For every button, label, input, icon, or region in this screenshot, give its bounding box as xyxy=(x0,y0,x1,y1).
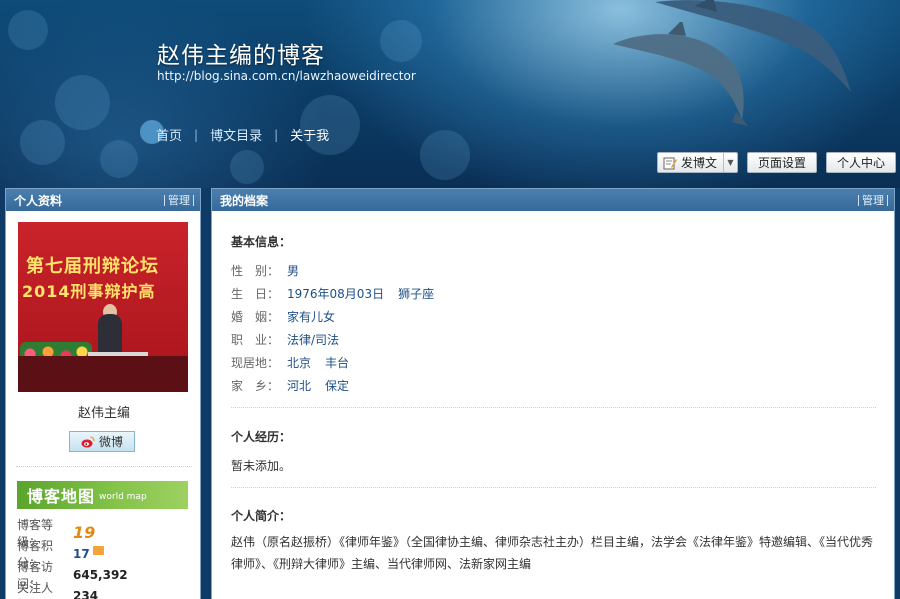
info-key: 生 日： xyxy=(231,287,280,301)
blog-map-title: 博客地图 xyxy=(27,487,96,506)
chevron-down-icon[interactable]: ▼ xyxy=(722,153,737,172)
intro-text: 赵伟（原名赵振桥）《律师年鉴》（全国律协主编、律师杂志社主办）栏目主编，法学会《… xyxy=(231,535,874,571)
basic-info-section: 基本信息： 性 别： 男 生 日： 1976年08月03日 狮子座 婚 姻： 家… xyxy=(231,233,434,397)
my-profile-panel-title: 我的档案 xyxy=(220,193,269,208)
nav-about-me[interactable]: 关于我 xyxy=(290,125,329,144)
write-post-button[interactable]: 发博文 ▼ xyxy=(656,152,738,173)
weibo-button[interactable]: 微博 xyxy=(69,431,135,452)
info-occupation: 职 业： 法律/司法 xyxy=(231,328,434,351)
blog-nav: 首页 | 博文目录 | 关于我 xyxy=(156,125,329,145)
info-value: 河北 xyxy=(287,379,312,393)
nav-separator: | xyxy=(194,127,199,142)
bokeh-bubble xyxy=(380,20,422,62)
bokeh-bubble xyxy=(100,140,138,178)
info-zodiac: 狮子座 xyxy=(398,287,435,301)
blog-toolbar: 发博文 ▼ 页面设置 个人中心 xyxy=(656,152,896,173)
profile-panel-header: 个人资料 管理 xyxy=(6,189,200,211)
profile-name[interactable]: 赵伟主编 xyxy=(6,402,202,421)
avatar-banner-text: 2014刑事辩护高 xyxy=(22,282,156,301)
info-marriage: 婚 姻： 家有儿女 xyxy=(231,305,434,328)
avatar[interactable]: 第七届刑辩论坛 2014刑事辩护高 xyxy=(18,222,188,392)
info-value: 家有儿女 xyxy=(287,310,336,324)
personal-center-button[interactable]: 个人中心 xyxy=(825,152,896,173)
info-key: 家 乡： xyxy=(231,379,280,393)
intro-section: 个人简介： 赵伟（原名赵振桥）《律师年鉴》（全国律协主编、律师杂志社主办）栏目主… xyxy=(231,507,876,575)
bokeh-bubble xyxy=(230,150,264,184)
points-icon xyxy=(92,546,104,555)
info-key: 职 业： xyxy=(231,333,280,347)
blog-map-banner[interactable]: 博客地图 world map xyxy=(17,481,188,509)
stat-followers: 关注人气： 234 xyxy=(17,581,128,599)
divider xyxy=(16,466,192,467)
experience-text: 暂未添加。 xyxy=(231,459,292,473)
info-key: 性 别： xyxy=(231,264,280,278)
info-residence: 现居地： 北京 丰台 xyxy=(231,351,434,374)
basic-info-title: 基本信息： xyxy=(231,235,292,249)
info-value-city: 保定 xyxy=(325,379,350,393)
info-value-district: 丰台 xyxy=(325,356,350,370)
my-profile-manage-link[interactable]: 管理 xyxy=(858,194,888,206)
dolphin-illustration xyxy=(655,0,851,92)
blog-stats: 博客等级： 19 博客积分： 17 博客访问： 645,392 关注人气： 23… xyxy=(17,518,128,599)
experience-title: 个人经历： xyxy=(231,430,292,444)
info-value: 1976年08月03日 xyxy=(287,287,385,301)
stage xyxy=(18,356,188,392)
info-birthday: 生 日： 1976年08月03日 狮子座 xyxy=(231,282,434,305)
info-value: 男 xyxy=(287,264,300,278)
my-profile-panel-header: 我的档案 管理 xyxy=(212,189,894,211)
bokeh-bubble xyxy=(8,10,48,50)
avatar-banner-text: 第七届刑辩论坛 xyxy=(26,256,159,277)
profile-manage-link[interactable]: 管理 xyxy=(164,194,194,206)
bokeh-bubble xyxy=(20,120,65,165)
info-value: 北京 xyxy=(287,356,312,370)
blog-title[interactable]: 赵伟主编的博客 xyxy=(157,36,325,70)
info-hometown: 家 乡： 河北 保定 xyxy=(231,374,434,397)
info-key: 现居地： xyxy=(231,356,280,370)
write-post-icon xyxy=(663,157,677,169)
blog-map-subtitle: world map xyxy=(99,492,147,502)
bokeh-bubble xyxy=(420,130,470,180)
weibo-icon xyxy=(81,435,95,447)
bokeh-bubble xyxy=(55,75,110,130)
intro-title: 个人简介： xyxy=(231,509,292,523)
stat-value[interactable]: 17 xyxy=(73,547,90,561)
stat-key: 关注人气： xyxy=(17,580,54,599)
stat-value: 234 xyxy=(73,588,99,599)
info-value: 法律/司法 xyxy=(287,333,340,347)
nav-home[interactable]: 首页 xyxy=(156,125,182,144)
info-key: 婚 姻： xyxy=(231,310,280,324)
blog-level-badge[interactable]: 19 xyxy=(73,523,95,542)
profile-panel: 个人资料 管理 第七届刑辩论坛 2014刑事辩护高 赵伟主编 微博 博客地图 w… xyxy=(5,188,201,599)
blog-header-banner: 赵伟主编的博客 http://blog.sina.com.cn/lawzhaow… xyxy=(0,0,900,188)
nav-article-list[interactable]: 博文目录 xyxy=(210,125,262,144)
divider xyxy=(231,487,876,488)
info-gender: 性 别： 男 xyxy=(231,259,434,282)
page-settings-button[interactable]: 页面设置 xyxy=(746,152,817,173)
profile-panel-title: 个人资料 xyxy=(14,193,63,208)
my-profile-panel: 我的档案 管理 基本信息： 性 别： 男 生 日： 1976年08月03日 狮子… xyxy=(211,188,895,599)
divider xyxy=(231,407,876,408)
blog-url[interactable]: http://blog.sina.com.cn/lawzhaoweidirect… xyxy=(157,69,416,83)
experience-section: 个人经历： 暂未添加。 xyxy=(231,428,876,477)
weibo-label: 微博 xyxy=(98,435,123,449)
nav-separator: | xyxy=(274,127,279,142)
write-post-label: 发博文 xyxy=(680,156,717,170)
stat-value: 645,392 xyxy=(73,567,128,582)
